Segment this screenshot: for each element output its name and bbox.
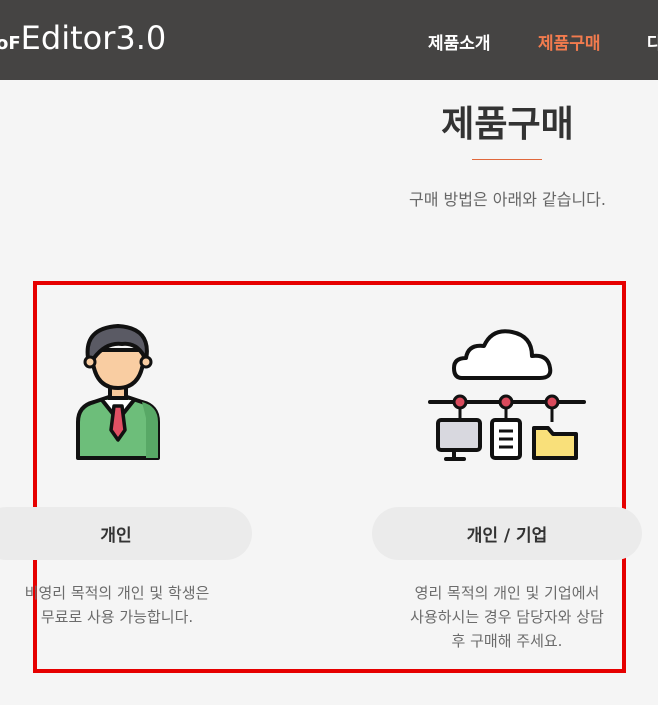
page-subtitle: 구매 방법은 아래와 같습니다. xyxy=(409,190,606,209)
cloud-network-icon xyxy=(428,329,586,461)
nav-item-product-intro[interactable]: 제품소개 xyxy=(428,29,491,54)
nav-item-product-purchase[interactable]: 제품구매 xyxy=(538,29,601,54)
description-line: 비영리 목적의 개인 및 학생은 xyxy=(24,584,210,602)
option-business-button[interactable]: 개인 / 기업 xyxy=(372,507,642,560)
page-title: 제품구매 xyxy=(441,104,574,145)
option-personal-button[interactable]: 개인 xyxy=(0,507,252,560)
option-personal-label: 개인 xyxy=(100,526,132,546)
top-navigation-bar: oFEditor3.0 제품소개 제품구매 다 xyxy=(0,0,658,80)
description-line: 영리 목적의 개인 및 기업에서 xyxy=(414,584,600,602)
option-business-description: 영리 목적의 개인 및 기업에서 사용하시는 경우 담당자와 상담 후 구매해 … xyxy=(382,581,632,653)
title-divider xyxy=(472,159,542,160)
description-line: 무료로 사용 가능합니다. xyxy=(40,608,194,626)
logo-text: Editor3.0 xyxy=(20,19,167,57)
option-business-label: 개인 / 기업 xyxy=(466,526,548,546)
description-line: 후 구매해 주세요. xyxy=(451,632,563,650)
person-icon xyxy=(76,324,160,460)
logo[interactable]: oFEditor3.0 xyxy=(0,18,166,64)
description-line: 사용하시는 경우 담당자와 상담 xyxy=(410,608,604,626)
logo-prefix: oF xyxy=(0,33,21,54)
option-personal-description: 비영리 목적의 개인 및 학생은 무료로 사용 가능합니다. xyxy=(0,581,242,629)
nav-item-more[interactable]: 다 xyxy=(647,29,658,54)
